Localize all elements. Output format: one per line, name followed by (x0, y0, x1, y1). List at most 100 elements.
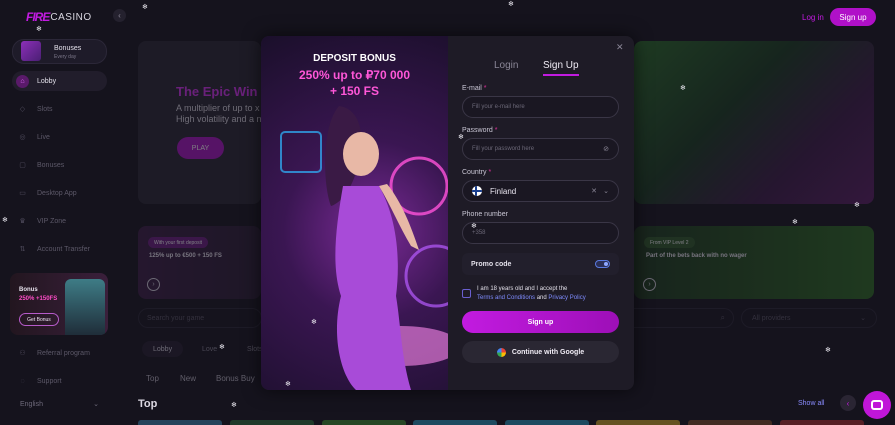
get-bonus-button[interactable]: Get Bonus (19, 313, 59, 326)
hero-banner-right[interactable] (634, 41, 874, 204)
snowflake-icon: ❄ (219, 344, 225, 351)
sidebar-item-label: VIP Zone (37, 217, 67, 225)
game-thumbnail[interactable] (780, 420, 864, 425)
chevron-down-icon: ⌄ (860, 315, 866, 322)
subtab-top[interactable]: Top (146, 374, 159, 383)
sidebar-item-lobby[interactable]: ⌂ Lobby (12, 71, 107, 91)
game-thumbnail[interactable] (230, 420, 314, 425)
country-label-text: Country (462, 169, 487, 176)
chevron-down-icon: ⌄ (93, 401, 99, 408)
tab-signup[interactable]: Sign Up (543, 60, 579, 71)
tab-lobby[interactable]: Lobby (142, 341, 184, 357)
bonus-card-subtitle: Every day (54, 54, 77, 60)
game-thumbnail[interactable] (596, 420, 680, 425)
casino-page: FIRE CASINO ‹ Log in Sign up Bonuses Eve… (0, 0, 895, 425)
sidebar-promo-banner[interactable]: Bonus 250% +150FS Get Bonus (10, 273, 108, 335)
tab-love[interactable]: Love (202, 341, 217, 357)
email-label: E-mail * (462, 85, 487, 92)
snowflake-icon: ❄ (825, 347, 831, 354)
sidebar-item-account-transfer[interactable]: ⇅ Account Transfer (12, 239, 107, 259)
support-icon: ◌ (20, 377, 25, 385)
game-thumbnail[interactable] (322, 420, 406, 425)
hero-subtitle-1: A multiplier of up to x (176, 103, 260, 113)
terms-link[interactable]: Terms and Conditions (477, 295, 535, 301)
game-thumbnail[interactable] (505, 420, 589, 425)
language-select[interactable]: English ⌄ (12, 396, 107, 412)
password-label-text: Password (462, 127, 493, 134)
sidebar-item-label: Account Transfer (37, 245, 90, 253)
clear-icon[interactable]: ✕ (591, 187, 597, 195)
phone-field[interactable]: +358 (462, 222, 619, 244)
sidebar-item-live[interactable]: ◎ Live (12, 127, 107, 147)
promo-banner-left[interactable]: With your first deposit 125% up to €500 … (138, 226, 261, 299)
chevron-down-icon[interactable]: ⌄ (603, 187, 609, 195)
promo-banner-right[interactable]: From VIP Level 2 Part of the bets back w… (634, 226, 874, 299)
bonus-card-title: Bonuses (54, 45, 82, 52)
referral-icon: ⚇ (19, 350, 26, 357)
game-search-input-end[interactable]: ⌕ (634, 308, 734, 328)
header-signup-button[interactable]: Sign up (830, 8, 876, 26)
snowflake-icon: ❄ (311, 319, 317, 326)
country-value: Finland (490, 186, 517, 196)
game-search-input[interactable]: Search your game (138, 308, 262, 328)
header-login-link[interactable]: Log in (802, 13, 824, 22)
sidebar-item-desktop-app[interactable]: ▭ Desktop App (12, 183, 107, 203)
arrow-right-icon[interactable]: › (147, 278, 160, 291)
game-thumbnail[interactable] (138, 420, 222, 425)
subtab-bonus-buy[interactable]: Bonus Buy (216, 374, 255, 383)
sidebar-item-slots[interactable]: ◇ Slots (12, 99, 107, 119)
sidebar-item-referral[interactable]: ⚇ Referral program (12, 343, 107, 363)
bonus-amount: 250% up to ₽70 000 (298, 68, 411, 82)
chat-button[interactable] (863, 391, 891, 419)
snowflake-icon: ❄ (142, 4, 148, 11)
sidebar-item-support[interactable]: ◌ Support (12, 371, 107, 391)
country-select[interactable]: Finland ✕ ⌄ (462, 180, 619, 202)
chevron-left-icon[interactable]: ‹ (840, 395, 856, 411)
agree-and: and (536, 295, 547, 301)
live-icon: ◎ (19, 134, 26, 141)
password-field[interactable]: Fill your password here ⊘ (462, 138, 619, 160)
snowflake-icon: ❄ (36, 26, 42, 33)
age-terms-checkbox[interactable] (462, 289, 471, 298)
sidebar-item-vip-zone[interactable]: ♛ VIP Zone (12, 211, 107, 231)
sidebar-item-bonuses[interactable]: ▢ Bonuses (12, 155, 107, 175)
signup-submit-button[interactable]: Sign up (462, 311, 619, 333)
sidebar-bonus-card[interactable]: Bonuses Every day (12, 39, 107, 64)
casino-logo[interactable]: FIRE CASINO (26, 8, 96, 26)
signup-modal: DEPOSIT BONUS 250% up to ₽70 000 + 150 F… (261, 36, 634, 390)
game-thumbnail[interactable] (413, 420, 497, 425)
promo-pill: From VIP Level 2 (644, 237, 695, 248)
close-icon[interactable]: ✕ (616, 42, 624, 53)
providers-value: All providers (752, 314, 791, 322)
country-label: Country * (462, 169, 491, 176)
subtab-new[interactable]: New (180, 374, 196, 383)
promo-pill: With your first deposit (148, 237, 209, 248)
phone-label: Phone number (462, 211, 508, 218)
eye-off-icon[interactable]: ⊘ (603, 145, 609, 153)
required-mark: * (488, 169, 492, 176)
hero-title: The Epic Win (176, 84, 258, 99)
providers-select[interactable]: All providers ⌄ (741, 308, 877, 328)
snowflake-icon: ❄ (792, 219, 798, 226)
arrow-right-icon[interactable]: › (643, 278, 656, 291)
snowflake-icon: ❄ (231, 402, 237, 409)
transfer-icon: ⇅ (19, 246, 26, 253)
hero-play-button[interactable]: PLAY (177, 137, 224, 159)
language-value: English (20, 400, 43, 408)
promo-title: Bonus (19, 287, 38, 293)
tab-login[interactable]: Login (494, 60, 518, 71)
game-thumbnail[interactable] (688, 420, 772, 425)
promo-code-toggle[interactable] (595, 260, 610, 268)
desktop-icon: ▭ (19, 190, 26, 197)
email-field[interactable]: Fill your e-mail here (462, 96, 619, 118)
sidebar-collapse-button[interactable]: ‹ (113, 9, 126, 22)
logo-casino-text: CASINO (50, 11, 92, 23)
google-signin-button[interactable]: Continue with Google (462, 341, 619, 363)
privacy-link[interactable]: Privacy Policy (548, 295, 585, 301)
deposit-bonus-image: DEPOSIT BONUS 250% up to ₽70 000 + 150 F… (261, 36, 448, 390)
show-all-link[interactable]: Show all (798, 400, 824, 407)
promo-code-row[interactable]: Promo code (462, 253, 619, 275)
sidebar-item-label: Slots (37, 105, 53, 113)
google-button-label: Continue with Google (511, 348, 585, 356)
bonus-freespins: + 150 FS (329, 84, 380, 98)
